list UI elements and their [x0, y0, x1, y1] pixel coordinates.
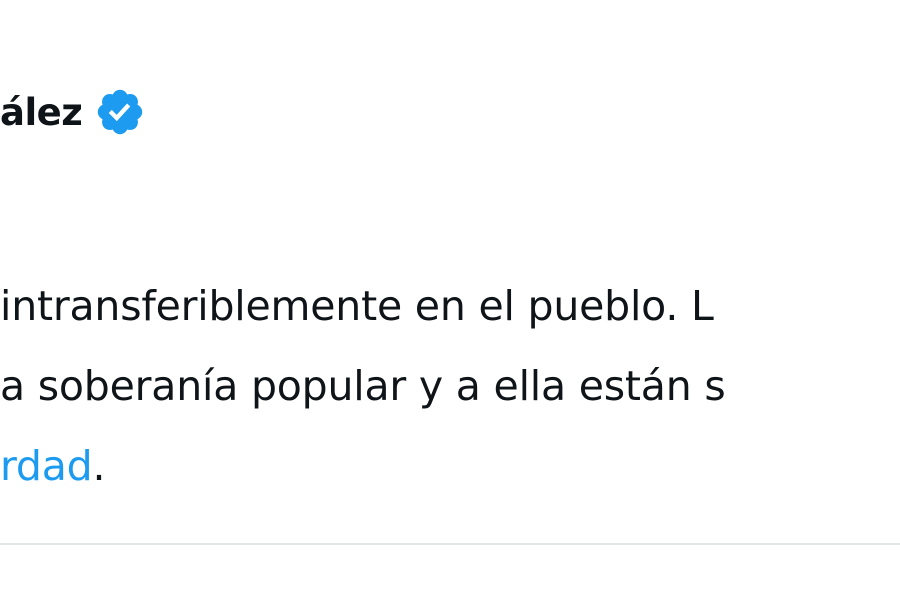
- tweet-text-line-2: a soberanía popular y a ella están s: [0, 362, 726, 410]
- hashtag-link[interactable]: rdad: [0, 442, 93, 490]
- divider: [0, 543, 900, 545]
- author-row: ález: [0, 82, 146, 142]
- tweet-text-line-3: rdad.: [0, 426, 900, 506]
- author-name[interactable]: ález: [0, 91, 83, 134]
- tweet-card: ález intransferiblemente en el pueblo. L…: [0, 0, 900, 600]
- tweet-text-suffix: .: [92, 442, 106, 490]
- tweet-text-line-1: intransferiblemente en el pueblo. L: [0, 282, 714, 330]
- verified-badge-icon[interactable]: [94, 86, 146, 138]
- tweet-text: intransferiblemente en el pueblo. L a so…: [0, 266, 900, 506]
